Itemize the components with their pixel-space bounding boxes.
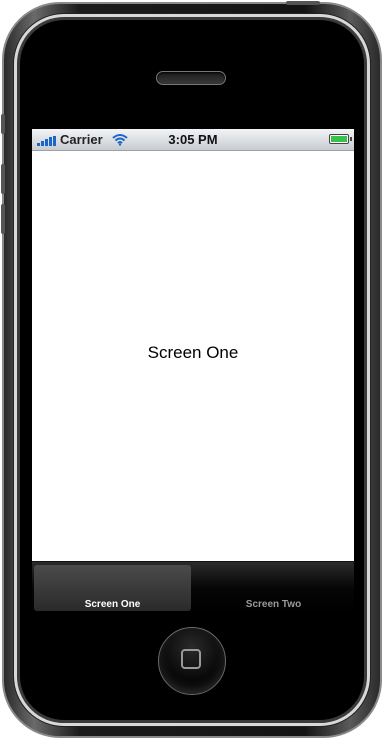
tab-bar: Screen One Screen Two xyxy=(32,561,354,613)
tab-screen-one[interactable]: Screen One xyxy=(34,565,191,611)
mute-switch[interactable] xyxy=(1,114,5,134)
volume-up-button[interactable] xyxy=(1,164,5,194)
tab-label: Screen One xyxy=(84,599,141,610)
status-bar: Carrier 3:05 PM xyxy=(32,129,354,151)
sleep-button[interactable] xyxy=(286,1,320,5)
device-screen: Carrier 3:05 PM Screen One Screen One Sc… xyxy=(32,129,354,613)
screen-label: Screen One xyxy=(147,343,239,362)
home-square-icon xyxy=(181,649,201,669)
tab-label: Screen Two xyxy=(245,599,302,610)
view-content: Screen One xyxy=(32,151,354,563)
battery-icon xyxy=(329,134,352,144)
volume-down-button[interactable] xyxy=(1,204,5,234)
status-time: 3:05 PM xyxy=(168,132,218,147)
home-button[interactable] xyxy=(158,627,226,695)
earpiece-speaker xyxy=(156,71,226,85)
tab-screen-two[interactable]: Screen Two xyxy=(195,565,352,611)
